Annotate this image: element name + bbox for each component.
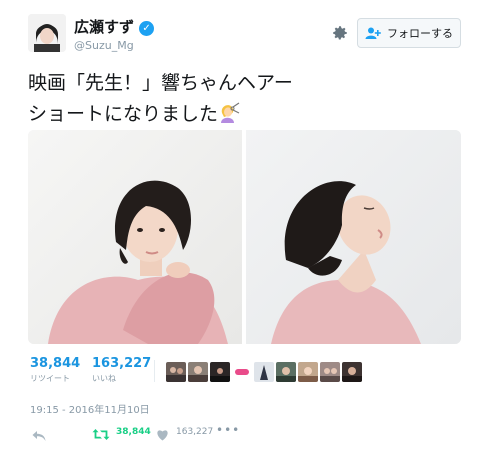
liker-avatar-2[interactable] (188, 362, 208, 382)
reply-icon[interactable] (32, 427, 46, 446)
like-label: いいね (92, 374, 116, 383)
gear-icon[interactable] (331, 24, 349, 42)
retweet-count[interactable]: 38,844 (30, 356, 80, 371)
display-name[interactable]: 広瀬すず ✓ (74, 16, 155, 37)
liker-avatar-7[interactable] (298, 362, 318, 382)
follow-person-icon (365, 27, 381, 39)
like-stat-count[interactable]: 163,227 (92, 356, 151, 371)
liker-avatar-3[interactable] (210, 362, 230, 382)
follow-button[interactable]: フォローする (357, 18, 461, 48)
liker-avatar-4[interactable] (232, 362, 252, 382)
tweet-timestamp[interactable]: 19:15 - 2016年11月10日 (30, 401, 150, 416)
tweet-text-line2-wrap: ショートになりました (28, 99, 293, 130)
display-name-text[interactable]: 広瀬すず (74, 18, 134, 36)
heart-icon[interactable] (156, 426, 169, 445)
liker-avatar-1[interactable] (166, 362, 186, 382)
liker-avatar-8[interactable] (320, 362, 340, 382)
tweet-text-line2: ショートになりました (28, 103, 219, 125)
retweet-label: リツイート (30, 374, 70, 383)
more-icon[interactable]: ••• (216, 423, 240, 437)
user-handle[interactable]: @Suzu_Mg (74, 39, 134, 52)
liker-avatars (166, 362, 362, 382)
liker-avatar-9[interactable] (342, 362, 362, 382)
tweet-card: 広瀬すず ✓ @Suzu_Mg フォローする 映画「先生！」響ちゃんヘアー ショー… (0, 0, 490, 460)
liker-avatar-6[interactable] (276, 362, 296, 382)
tweet-actions: 38,844 163,227 ••• (0, 423, 490, 446)
avatar[interactable] (28, 14, 66, 52)
retweet-stat[interactable]: 38,844 リツイート (30, 356, 80, 384)
haircut-emoji-icon (218, 101, 240, 123)
tweet-photo-2[interactable] (246, 130, 461, 344)
tweet-text-line1: 映画「先生！」響ちゃんヘアー (28, 72, 293, 94)
tweet-text: 映画「先生！」響ちゃんヘアー ショートになりました (28, 68, 293, 130)
verified-badge-icon: ✓ (139, 21, 155, 36)
liker-avatar-5[interactable] (254, 362, 274, 382)
retweet-icon[interactable] (92, 426, 110, 445)
like-stat[interactable]: 163,227 いいね (92, 356, 151, 384)
tweet-photo-1[interactable] (28, 130, 242, 344)
stats-divider (154, 360, 155, 382)
follow-label: フォローする (387, 27, 453, 40)
action-like-count[interactable]: 163,227 (176, 427, 213, 437)
action-retweet-count[interactable]: 38,844 (116, 427, 151, 437)
